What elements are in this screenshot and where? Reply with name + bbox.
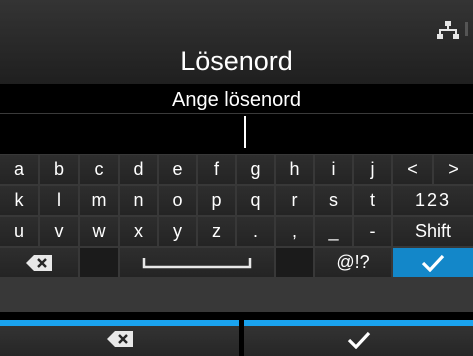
key-comma[interactable]: , bbox=[276, 217, 313, 246]
shift-key[interactable]: Shift bbox=[393, 217, 473, 246]
key-x[interactable]: x bbox=[120, 217, 157, 246]
backspace-icon bbox=[106, 331, 133, 347]
cursor-right-key[interactable]: > bbox=[434, 155, 473, 184]
key-j[interactable]: j bbox=[354, 155, 391, 184]
key-p[interactable]: p bbox=[198, 186, 235, 215]
key-l[interactable]: l bbox=[40, 186, 78, 215]
blank-key-right bbox=[276, 248, 313, 277]
key-h[interactable]: h bbox=[276, 155, 313, 184]
key-a[interactable]: a bbox=[0, 155, 38, 184]
footer-confirm-button[interactable] bbox=[244, 326, 473, 356]
key-y[interactable]: y bbox=[159, 217, 196, 246]
key-t[interactable]: t bbox=[354, 186, 391, 215]
key-o[interactable]: o bbox=[159, 186, 196, 215]
confirm-key[interactable] bbox=[393, 248, 473, 277]
key-r[interactable]: r bbox=[276, 186, 313, 215]
key-e[interactable]: e bbox=[159, 155, 196, 184]
text-cursor bbox=[244, 116, 246, 148]
backspace-icon bbox=[26, 255, 52, 271]
page-title: Lösenord bbox=[180, 46, 293, 76]
key-s[interactable]: s bbox=[315, 186, 352, 215]
key-underscore[interactable]: _ bbox=[315, 217, 352, 246]
numeric-mode-key[interactable]: 123 bbox=[393, 186, 473, 215]
network-icon bbox=[437, 21, 468, 39]
password-input[interactable] bbox=[0, 114, 473, 152]
symbols-key[interactable]: @!? bbox=[315, 248, 391, 277]
key-n[interactable]: n bbox=[120, 186, 157, 215]
key-i[interactable]: i bbox=[315, 155, 352, 184]
key-d[interactable]: d bbox=[120, 155, 157, 184]
space-key[interactable] bbox=[120, 248, 274, 277]
key-q[interactable]: q bbox=[237, 186, 274, 215]
key-k[interactable]: k bbox=[0, 186, 38, 215]
blank-key-left bbox=[80, 248, 118, 277]
key-c[interactable]: c bbox=[80, 155, 118, 184]
key-b[interactable]: b bbox=[40, 155, 78, 184]
password-prompt: Ange lösenord bbox=[172, 89, 301, 111]
key-w[interactable]: w bbox=[80, 217, 118, 246]
on-screen-keyboard: a b c d e f g h i j < > k l m n o p q r … bbox=[0, 154, 473, 312]
key-g[interactable]: g bbox=[237, 155, 274, 184]
key-period[interactable]: . bbox=[237, 217, 274, 246]
footer-backspace-button[interactable] bbox=[0, 326, 239, 356]
space-bar-icon bbox=[142, 258, 252, 269]
checkmark-icon bbox=[421, 254, 445, 272]
key-hyphen[interactable]: - bbox=[354, 217, 391, 246]
title-bar: Lösenord bbox=[0, 0, 473, 84]
key-f[interactable]: f bbox=[198, 155, 235, 184]
key-v[interactable]: v bbox=[40, 217, 78, 246]
key-m[interactable]: m bbox=[80, 186, 118, 215]
backspace-key[interactable] bbox=[0, 248, 78, 277]
checkmark-icon bbox=[347, 331, 370, 349]
key-u[interactable]: u bbox=[0, 217, 38, 246]
cursor-left-key[interactable]: < bbox=[393, 155, 432, 184]
key-z[interactable]: z bbox=[198, 217, 235, 246]
